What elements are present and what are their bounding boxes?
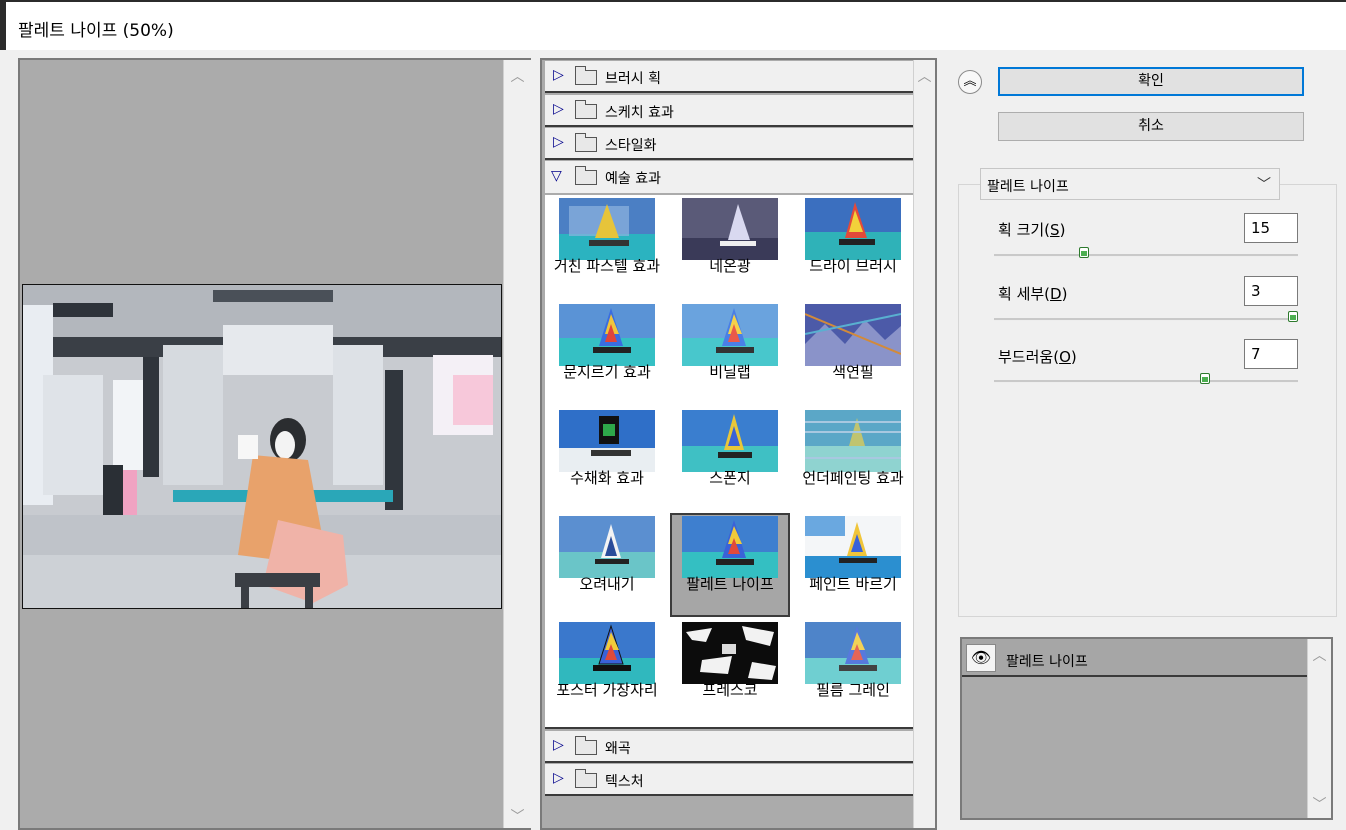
stroke-size-input[interactable]: 15 (1244, 213, 1298, 243)
effect-layer-name: 팔레트 나이프 (1006, 654, 1088, 670)
filter-select[interactable]: 팔레트 나이프 ﹀ (980, 168, 1280, 200)
scroll-up-icon[interactable]: ︿ (1308, 645, 1331, 665)
gallery-scrollbar[interactable]: ︿ (913, 60, 935, 828)
softness-input[interactable]: 7 (1244, 339, 1298, 369)
chevron-down-icon[interactable]: ﹀ (1257, 174, 1271, 194)
preview-scrollbar[interactable]: ︿ ﹀ (503, 60, 531, 828)
filter-thumbnail-image (559, 516, 655, 578)
filter-thumb[interactable]: 네온광 (670, 195, 790, 299)
triangle-down-icon[interactable]: ▽ (551, 168, 562, 184)
filter-thumbnail-image (559, 622, 655, 684)
filter-thumbnail-image (682, 622, 778, 684)
softness-slider[interactable] (994, 373, 1298, 384)
group-stylize[interactable]: ▷ 스타일화 (545, 128, 915, 160)
filter-thumbnail-image (805, 516, 901, 578)
folder-icon (575, 100, 597, 119)
stroke-detail-input[interactable]: 3 (1244, 276, 1298, 306)
filter-thumb[interactable]: 필름 그레인 (793, 619, 913, 723)
window-title: 팔레트 나이프 (50%) (18, 21, 174, 41)
slider-knob[interactable] (1200, 373, 1210, 384)
folder-icon (575, 133, 597, 152)
filter-thumbnail-image (805, 622, 901, 684)
preview-pane[interactable]: ︿ ﹀ (18, 58, 531, 830)
artistic-thumbnails: 거친 파스텔 효과 네온광 드라이 브러시 문지르기 효과 비닐랩 색연필 수채… (545, 195, 915, 729)
group-distort[interactable]: ▷ 왜곡 (545, 731, 915, 763)
scroll-down-icon[interactable]: ﹀ (504, 806, 531, 826)
filter-thumbnail-image (682, 304, 778, 366)
filter-thumb[interactable]: 스폰지 (670, 407, 790, 511)
title-bar: 팔레트 나이프 (50%) (0, 0, 1346, 50)
filter-select-value: 팔레트 나이프 (987, 179, 1069, 195)
effect-layer-row[interactable]: 👁 팔레트 나이프 (962, 639, 1307, 677)
triangle-right-icon[interactable]: ▷ (553, 770, 564, 786)
folder-open-icon (575, 166, 597, 185)
effect-layers-panel: 👁 팔레트 나이프 ︿ ﹀ (960, 637, 1333, 820)
group-artistic[interactable]: ▽ 예술 효과 (545, 161, 915, 193)
window-edge (0, 2, 6, 50)
ok-button[interactable]: 확인 (998, 67, 1304, 96)
filter-thumbnail-image (559, 304, 655, 366)
cancel-button[interactable]: 취소 (998, 112, 1304, 141)
filter-thumbnail-image (805, 410, 901, 472)
eye-icon[interactable]: 👁 (966, 644, 996, 672)
filter-thumb[interactable]: 페인트 바르기 (793, 513, 913, 617)
filter-thumb[interactable]: 언더페인팅 효과 (793, 407, 913, 511)
stroke-detail-label: 획 세부(D) (998, 285, 1068, 303)
filter-thumb[interactable]: 비닐랩 (670, 301, 790, 405)
slider-knob[interactable] (1079, 247, 1089, 258)
filter-thumbnail-image (682, 516, 778, 578)
filter-settings-panel (958, 184, 1337, 617)
softness-label: 부드러움(O) (998, 348, 1077, 366)
filter-thumbnail-image (805, 198, 901, 260)
stroke-size-slider[interactable] (994, 247, 1298, 258)
filter-thumb[interactable]: 프레스코 (670, 619, 790, 723)
filter-thumbnail-image (559, 198, 655, 260)
filter-thumb-selected[interactable]: 팔레트 나이프 (670, 513, 790, 617)
filter-thumbnail-image (805, 304, 901, 366)
filter-thumb[interactable]: 드라이 브러시 (793, 195, 913, 299)
group-texture[interactable]: ▷ 텍스처 (545, 764, 915, 796)
scroll-up-icon[interactable]: ︿ (914, 66, 935, 86)
scroll-up-icon[interactable]: ︿ (504, 66, 531, 86)
scroll-down-icon[interactable]: ﹀ (1308, 794, 1331, 814)
filter-thumb[interactable]: 수채화 효과 (547, 407, 667, 511)
filter-thumbnail-image (682, 198, 778, 260)
slider-knob[interactable] (1288, 311, 1298, 322)
triangle-right-icon[interactable]: ▷ (553, 737, 564, 753)
filter-thumbnail-image (559, 410, 655, 472)
triangle-right-icon[interactable]: ▷ (553, 67, 564, 83)
filter-thumb[interactable]: 거친 파스텔 효과 (547, 195, 667, 299)
group-sketch[interactable]: ▷ 스케치 효과 (545, 95, 915, 127)
group-brush-strokes[interactable]: ▷ 브러시 획 (545, 61, 915, 93)
folder-icon (575, 736, 597, 755)
filter-thumb[interactable]: 색연필 (793, 301, 913, 405)
filter-thumbnail-image (682, 410, 778, 472)
filter-gallery: ▷ 브러시 획 ▷ 스케치 효과 ▷ 스타일화 ▽ 예술 효과 거친 파스텔 효… (540, 58, 937, 830)
filter-thumb[interactable]: 문지르기 효과 (547, 301, 667, 405)
stroke-detail-slider[interactable] (994, 311, 1298, 322)
preview-image[interactable] (22, 284, 502, 609)
filter-thumb[interactable]: 포스터 가장자리 (547, 619, 667, 723)
folder-icon (575, 66, 597, 85)
triangle-right-icon[interactable]: ▷ (553, 101, 564, 117)
stroke-size-label: 획 크기(S) (998, 221, 1066, 239)
double-chevron-up-icon[interactable]: ︽ (958, 70, 982, 94)
filter-thumb[interactable]: 오려내기 (547, 513, 667, 617)
filter-list: ▷ 브러시 획 ▷ 스케치 효과 ▷ 스타일화 ▽ 예술 효과 거친 파스텔 효… (543, 61, 915, 829)
folder-icon (575, 769, 597, 788)
layers-scrollbar[interactable]: ︿ ﹀ (1307, 639, 1331, 818)
triangle-right-icon[interactable]: ▷ (553, 134, 564, 150)
